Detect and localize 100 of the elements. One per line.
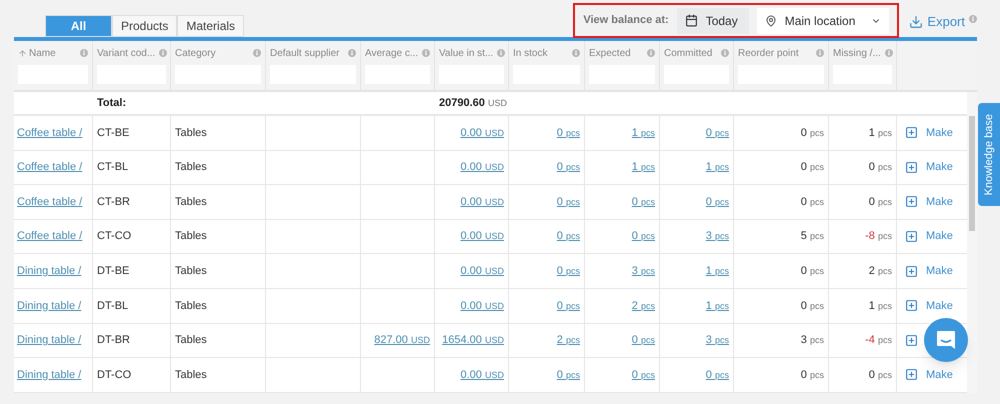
quantity-link[interactable]: 0.00 USD — [460, 124, 504, 142]
product-link[interactable]: Coffee table / — [17, 124, 82, 142]
quantity-text: 0 pcs — [868, 194, 892, 210]
column-header[interactable]: Category — [175, 46, 216, 60]
column-header[interactable]: In stock — [513, 46, 548, 60]
quantity-link[interactable]: 0.00 USD — [460, 159, 504, 176]
table-cell-text: CT-BE — [97, 126, 130, 141]
column-header[interactable]: Default supplier — [270, 46, 340, 60]
add-icon — [905, 299, 918, 312]
info-icon — [422, 49, 430, 57]
filter-tab[interactable]: Products — [112, 15, 178, 37]
column-header[interactable]: Missing /... — [833, 46, 881, 60]
make-button[interactable]: Make — [905, 228, 953, 245]
quantity-text: -8 pcs — [865, 229, 892, 244]
quantity-text: 2 pcs — [868, 264, 892, 279]
column-header[interactable]: Name — [29, 46, 56, 60]
make-button[interactable] — [905, 334, 918, 347]
quantity-link[interactable]: 3 pcs — [706, 332, 729, 349]
total-label: Total: — [97, 96, 126, 111]
quantity-link[interactable]: 0.00 USD — [460, 262, 504, 280]
quantity-link[interactable]: 0 pcs — [556, 366, 580, 384]
quantity-link[interactable]: 1654.00 USD — [442, 332, 504, 349]
info-icon — [969, 14, 977, 22]
quantity-text: 0 pcs — [800, 160, 824, 176]
make-button[interactable]: Make — [905, 262, 953, 280]
quantity-link[interactable]: 3 pcs — [632, 262, 655, 280]
quantity-link[interactable]: 0 pcs — [632, 228, 655, 245]
product-link[interactable]: Coffee table / — [17, 194, 82, 210]
product-link[interactable]: Dining table / — [17, 298, 82, 314]
quantity-link[interactable]: 0 pcs — [706, 124, 729, 142]
column-header[interactable]: Average c... — [365, 46, 418, 60]
product-link[interactable]: Coffee table / — [17, 228, 82, 245]
quantity-text: 0 pcs — [800, 126, 824, 141]
quantity-link[interactable]: 0 pcs — [556, 159, 580, 176]
quantity-link[interactable]: 0 pcs — [556, 228, 580, 245]
add-icon — [905, 334, 918, 347]
date-picker[interactable]: Today — [676, 8, 749, 34]
table-cell-text: DT-BL — [97, 298, 128, 314]
add-icon — [905, 195, 918, 208]
quantity-link[interactable]: 2 pcs — [556, 332, 580, 349]
export-button[interactable]: Export — [909, 12, 965, 32]
info-icon — [572, 49, 580, 57]
quantity-link[interactable]: 0 pcs — [556, 298, 580, 314]
info-icon — [816, 49, 824, 57]
quantity-link[interactable]: 0 pcs — [556, 124, 580, 142]
quantity-link[interactable]: 827.00 USD — [374, 332, 430, 349]
quantity-link[interactable]: 0.00 USD — [460, 228, 504, 245]
download-icon — [909, 14, 924, 28]
quantity-link[interactable]: 0 pcs — [632, 332, 655, 349]
make-button[interactable]: Make — [905, 124, 953, 142]
location-dropdown[interactable]: Main location — [756, 8, 890, 34]
quantity-link[interactable]: 3 pcs — [706, 228, 729, 245]
make-button[interactable]: Make — [905, 194, 953, 210]
product-link[interactable]: Dining table / — [17, 366, 82, 384]
table-cell-text: Tables — [175, 160, 207, 176]
quantity-link[interactable]: 0.00 USD — [460, 194, 504, 210]
quantity-link[interactable]: 0 pcs — [556, 262, 580, 280]
knowledge-base-tab[interactable]: Knowledge base — [978, 103, 1000, 206]
quantity-link[interactable]: 1 pcs — [632, 124, 655, 142]
quantity-link[interactable]: 1 pcs — [706, 262, 729, 280]
product-link[interactable]: Coffee table / — [17, 159, 82, 176]
quantity-link[interactable]: 0.00 USD — [460, 298, 504, 314]
quantity-link[interactable]: 0.00 USD — [460, 366, 504, 384]
quantity-link[interactable]: 1 pcs — [706, 159, 729, 176]
quantity-text: 0 pcs — [868, 160, 892, 176]
quantity-text: 3 pcs — [800, 333, 824, 348]
product-link[interactable]: Dining table / — [17, 262, 82, 280]
quantity-link[interactable]: 0 pcs — [706, 366, 729, 384]
quantity-link[interactable]: 0 pcs — [632, 194, 655, 210]
quantity-link[interactable]: 0 pcs — [706, 194, 729, 210]
column-header[interactable]: Expected — [589, 46, 631, 60]
info-icon — [80, 49, 88, 57]
quantity-link[interactable]: 2 pcs — [632, 298, 655, 314]
table-cell-text: Tables — [175, 333, 207, 348]
quantity-link[interactable]: 1 pcs — [706, 298, 729, 314]
table-cell-text: CT-CO — [97, 229, 132, 244]
filter-tab[interactable]: Materials — [177, 15, 244, 37]
column-header[interactable]: Variant cod... — [97, 46, 156, 60]
quantity-text: 0 pcs — [800, 298, 824, 314]
table-cell-text: Tables — [175, 298, 207, 314]
chat-icon — [935, 329, 957, 351]
info-icon — [348, 49, 356, 57]
info-icon — [647, 49, 655, 57]
quantity-text: 1 pcs — [868, 126, 892, 141]
quantity-link[interactable]: 0 pcs — [632, 366, 655, 384]
quantity-link[interactable]: 1 pcs — [632, 159, 655, 176]
table-cell-text: Tables — [175, 264, 207, 279]
info-icon — [159, 49, 168, 57]
info-icon — [497, 49, 506, 57]
quantity-link[interactable]: 0 pcs — [556, 194, 580, 210]
column-header[interactable]: Value in st... — [439, 46, 494, 60]
make-button[interactable]: Make — [905, 366, 953, 384]
column-header[interactable]: Committed — [664, 46, 712, 60]
product-link[interactable]: Dining table / — [17, 332, 82, 349]
column-header[interactable]: Reorder point — [738, 46, 799, 60]
view-balance-label: View balance at: — [583, 13, 669, 28]
table-cell-text: CT-BR — [97, 194, 130, 210]
make-button[interactable]: Make — [905, 298, 953, 314]
filter-tab[interactable]: All — [45, 15, 112, 37]
make-button[interactable]: Make — [905, 159, 953, 176]
